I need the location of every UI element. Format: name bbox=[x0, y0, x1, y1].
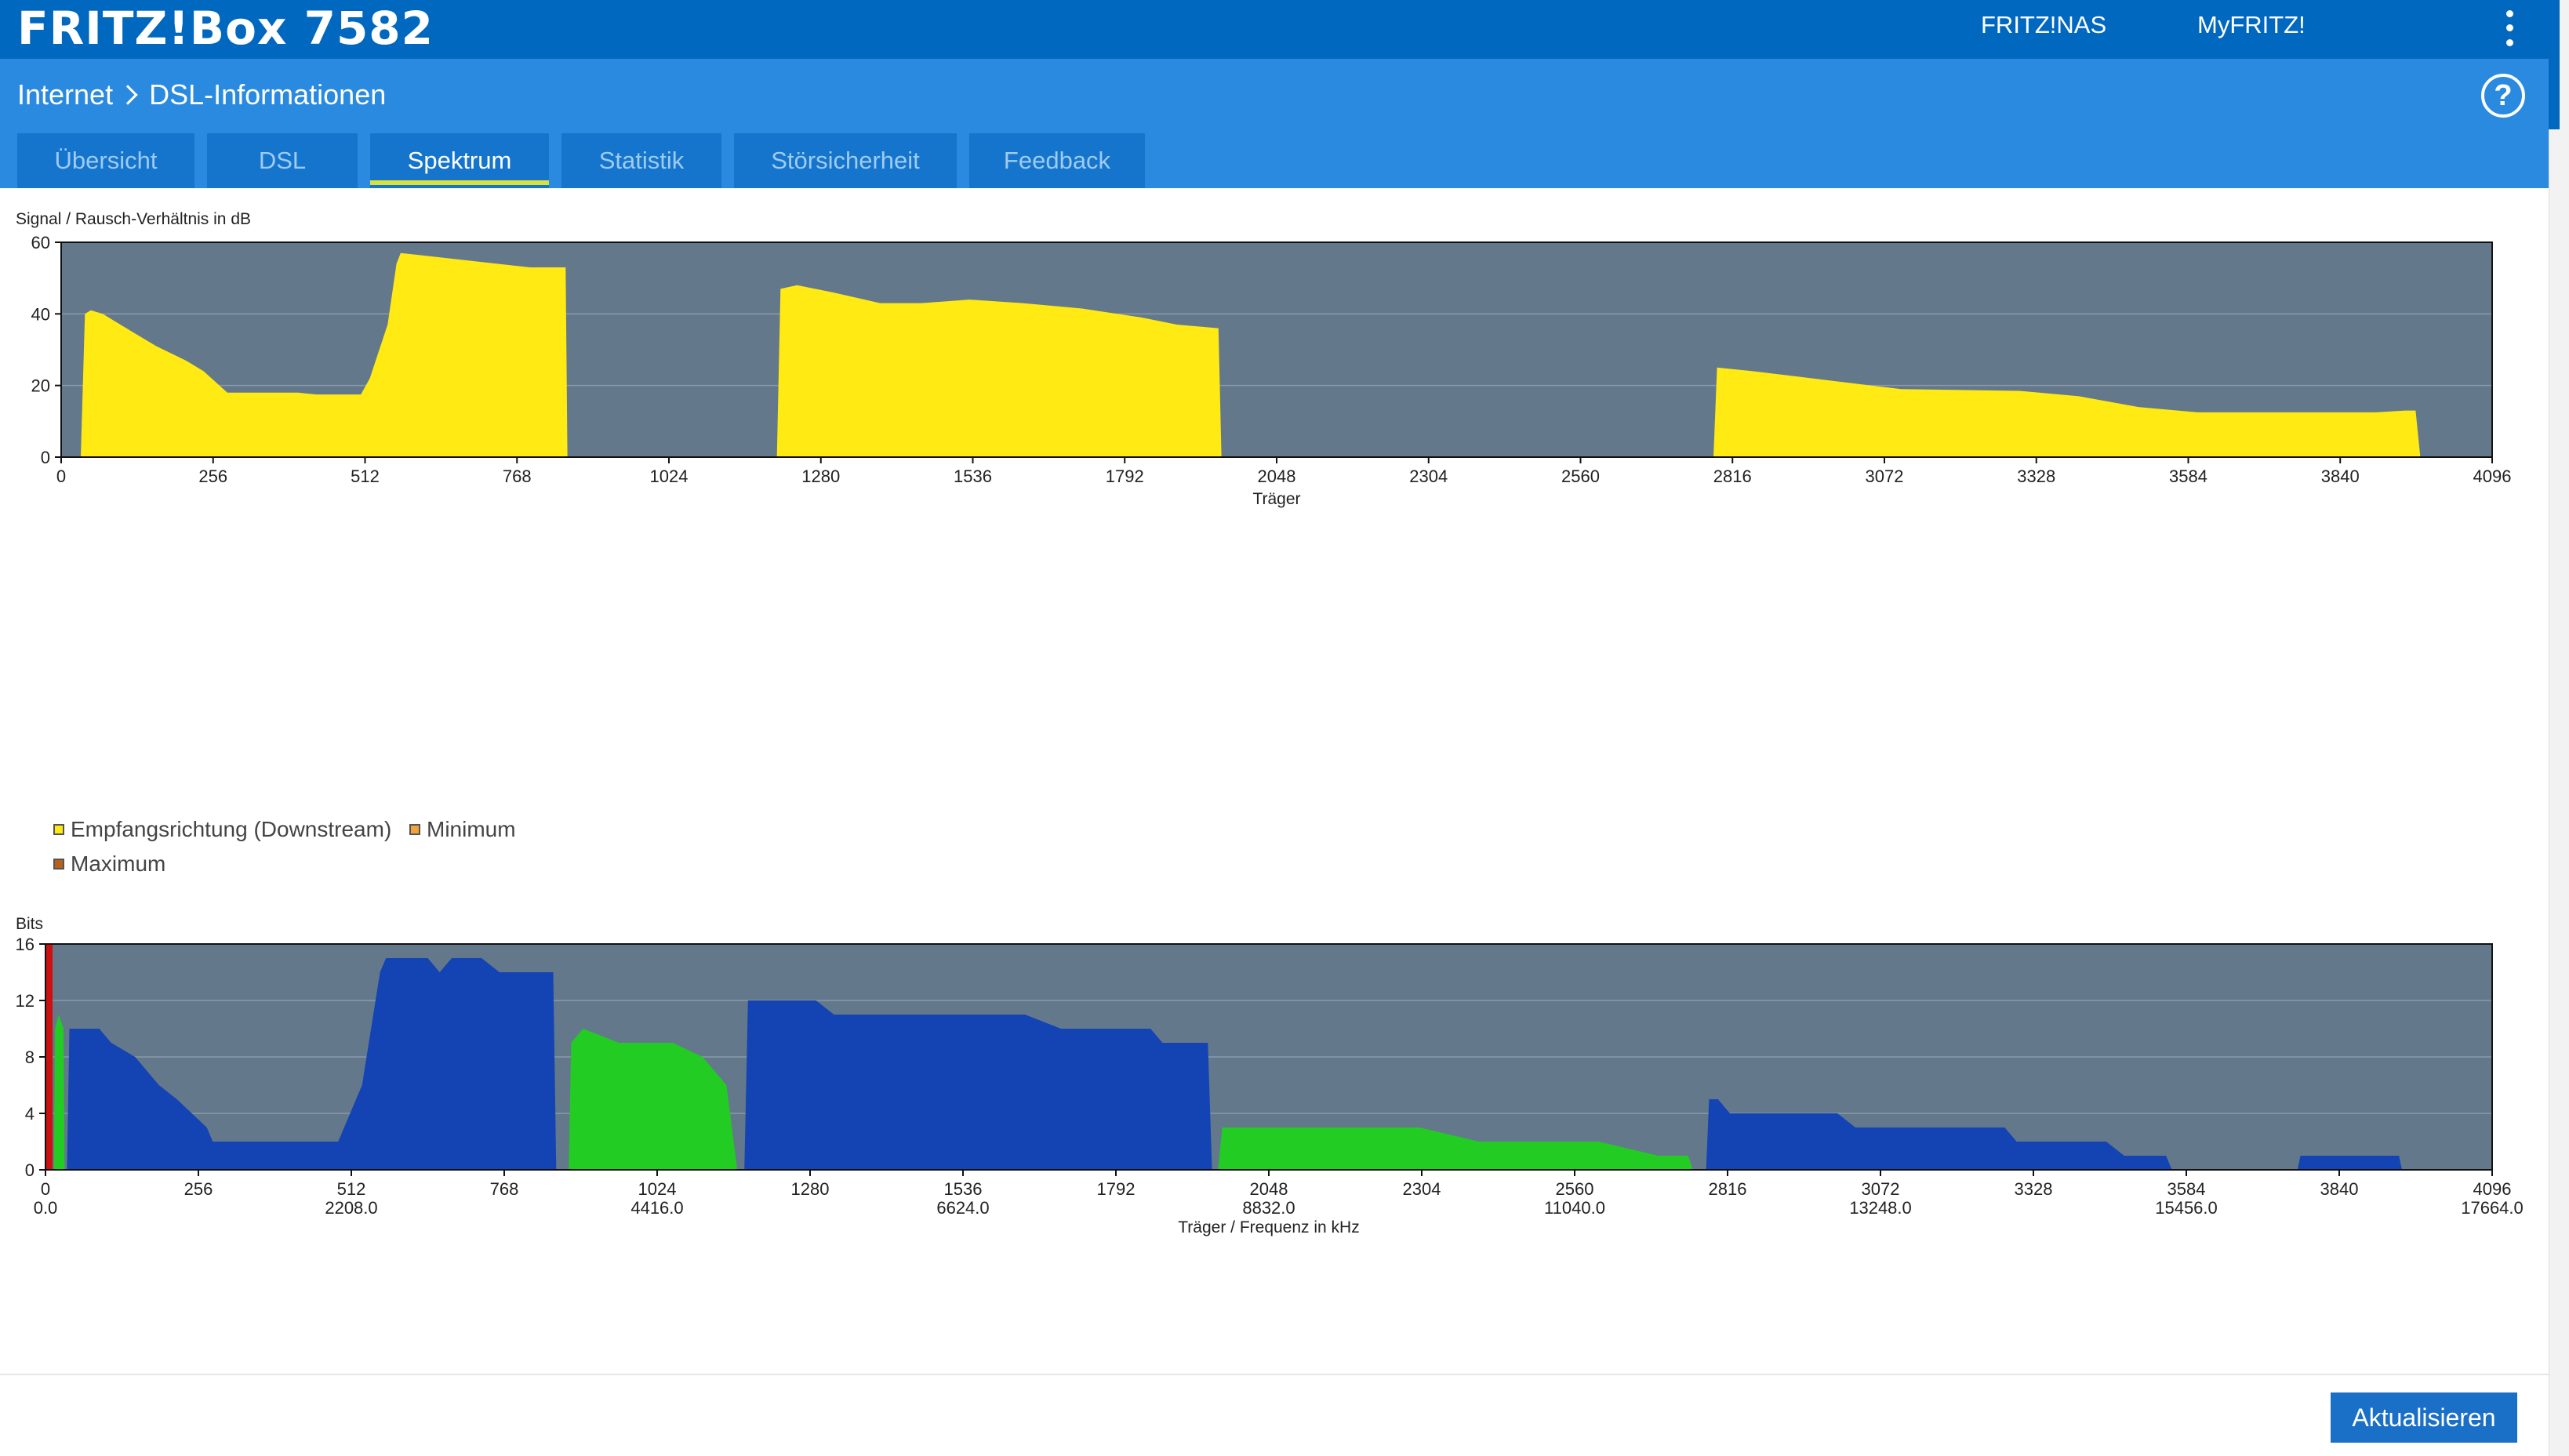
tab-stoersicherheit[interactable]: Störsicherheit bbox=[734, 133, 957, 188]
y-tick-label: 16 bbox=[16, 935, 35, 954]
x-freq-tick-label: 11040.0 bbox=[1544, 1198, 1605, 1218]
y-tick-label: 0 bbox=[25, 1160, 35, 1180]
y-tick-label: 20 bbox=[31, 376, 50, 396]
legend-swatch-downstream bbox=[53, 824, 64, 835]
x-tick-label: 3840 bbox=[2320, 1179, 2359, 1199]
x-tick-label: 1536 bbox=[954, 467, 992, 486]
tab-statistik[interactable]: Statistik bbox=[561, 133, 721, 188]
x-axis-label: Träger bbox=[1252, 490, 1300, 508]
scrollbar-track[interactable] bbox=[2549, 0, 2569, 1456]
legend-label-downstream: Empfangsrichtung (Downstream) bbox=[71, 817, 392, 841]
y-tick-label: 4 bbox=[25, 1104, 35, 1124]
x-tick-label: 256 bbox=[198, 467, 227, 486]
x-freq-tick-label: 6624.0 bbox=[936, 1198, 989, 1218]
x-freq-tick-label: 0.0 bbox=[34, 1198, 58, 1218]
x-freq-tick-label: 8832.0 bbox=[1242, 1198, 1295, 1218]
fritz-nas-link[interactable]: FRITZ!NAS bbox=[1981, 11, 2106, 39]
x-tick-label: 2816 bbox=[1709, 1179, 1747, 1199]
y-tick-label: 8 bbox=[25, 1048, 35, 1067]
x-tick-label: 4096 bbox=[2473, 1179, 2512, 1199]
x-tick-label: 3072 bbox=[1866, 467, 1904, 486]
x-tick-label: 2048 bbox=[1258, 467, 1296, 486]
tab-feedback[interactable]: Feedback bbox=[969, 133, 1145, 188]
tab-dsl[interactable]: DSL bbox=[207, 133, 358, 188]
legend-maximum: Maximum bbox=[53, 851, 165, 877]
series-1-area-0 bbox=[53, 1015, 65, 1170]
legend-label-minimum: Minimum bbox=[427, 817, 516, 841]
snr-chart: Signal / Rausch-Verhältnis in dB 0 20 40 60 0… bbox=[16, 210, 2512, 508]
legend-minimum: Minimum bbox=[409, 817, 516, 842]
x-freq-tick-label: 2208.0 bbox=[325, 1198, 377, 1218]
x-tick-label: 512 bbox=[337, 1179, 366, 1199]
x-tick-label: 2304 bbox=[1403, 1179, 1441, 1199]
legend-downstream: Empfangsrichtung (Downstream) bbox=[53, 817, 391, 842]
help-circle-icon[interactable]: ? bbox=[2481, 74, 2525, 118]
breadcrumb-section[interactable]: Internet bbox=[17, 78, 113, 111]
x-tick-label: 2560 bbox=[1561, 467, 1600, 486]
x-tick-label: 256 bbox=[184, 1179, 213, 1199]
x-tick-label: 1792 bbox=[1106, 467, 1144, 486]
bits-chart: Bits 0 4 8 12 16 0 256 512 768 1024 1280 1536 1792 204… bbox=[16, 915, 2524, 1236]
legend-label-maximum: Maximum bbox=[71, 851, 166, 876]
x-freq-tick-label: 15456.0 bbox=[2155, 1198, 2218, 1218]
x-tick-label: 1280 bbox=[801, 467, 840, 486]
more-vertical-icon[interactable] bbox=[2503, 6, 2516, 50]
x-freq-tick-label: 4416.0 bbox=[630, 1198, 683, 1218]
top-header: FRITZ!Box 7582 FRITZ!NAS MyFRITZ! bbox=[0, 0, 2549, 59]
x-freq-tick-label: 13248.0 bbox=[1849, 1198, 1912, 1218]
tab-spektrum[interactable]: Spektrum bbox=[370, 133, 549, 188]
x-tick-label: 2304 bbox=[1409, 467, 1448, 486]
x-tick-label: 2048 bbox=[1250, 1179, 1288, 1199]
x-tick-label: 512 bbox=[351, 467, 380, 486]
legend-swatch-maximum bbox=[53, 859, 64, 870]
tab-uebersicht[interactable]: Übersicht bbox=[17, 133, 194, 188]
x-tick-label: 4096 bbox=[2473, 467, 2512, 486]
legend-swatch-minimum bbox=[409, 824, 420, 835]
y-tick-label: 60 bbox=[31, 233, 50, 252]
x-tick-label: 3840 bbox=[2321, 467, 2360, 486]
x-tick-label: 768 bbox=[503, 467, 532, 486]
x-tick-label: 1792 bbox=[1097, 1179, 1136, 1199]
chart-title: Signal / Rausch-Verhältnis in dB bbox=[16, 210, 251, 228]
x-tick-label: 768 bbox=[490, 1179, 519, 1199]
x-tick-label: 1536 bbox=[944, 1179, 983, 1199]
chart-title: Bits bbox=[16, 915, 43, 933]
x-tick-label: 1024 bbox=[638, 1179, 677, 1199]
chevron-right-icon bbox=[118, 85, 138, 105]
x-tick-label: 3584 bbox=[2169, 467, 2207, 486]
x-tick-label: 1024 bbox=[650, 467, 689, 486]
scrollbar-top bbox=[2549, 0, 2560, 129]
x-tick-label: 2560 bbox=[1556, 1179, 1594, 1199]
x-tick-label: 3328 bbox=[2017, 467, 2055, 486]
x-tick-label: 2816 bbox=[1713, 467, 1752, 486]
x-tick-label: 0 bbox=[41, 1179, 50, 1199]
y-tick-label: 0 bbox=[41, 448, 50, 467]
x-tick-label: 3584 bbox=[2167, 1179, 2206, 1199]
series-2-area-3 bbox=[2297, 1156, 2402, 1170]
breadcrumb-page: DSL-Informationen bbox=[149, 78, 387, 111]
series-0-area-0 bbox=[45, 944, 53, 1170]
x-axis-label: Träger / Frequenz in kHz bbox=[1178, 1218, 1359, 1236]
myfritz-link[interactable]: MyFRITZ! bbox=[2197, 11, 2306, 39]
x-tick-label: 3328 bbox=[2015, 1179, 2053, 1199]
app-title: FRITZ!Box 7582 bbox=[17, 2, 434, 55]
x-tick-label: 3072 bbox=[1862, 1179, 1900, 1199]
x-freq-tick-label: 17664.0 bbox=[2461, 1198, 2524, 1218]
y-tick-label: 12 bbox=[16, 991, 35, 1011]
refresh-button[interactable]: Aktualisieren bbox=[2331, 1392, 2517, 1443]
footer-divider bbox=[0, 1374, 2549, 1375]
x-tick-label: 0 bbox=[56, 467, 66, 486]
breadcrumb: Internet DSL-Informationen bbox=[17, 78, 386, 111]
x-tick-label: 1280 bbox=[791, 1179, 830, 1199]
y-tick-label: 40 bbox=[31, 304, 50, 324]
